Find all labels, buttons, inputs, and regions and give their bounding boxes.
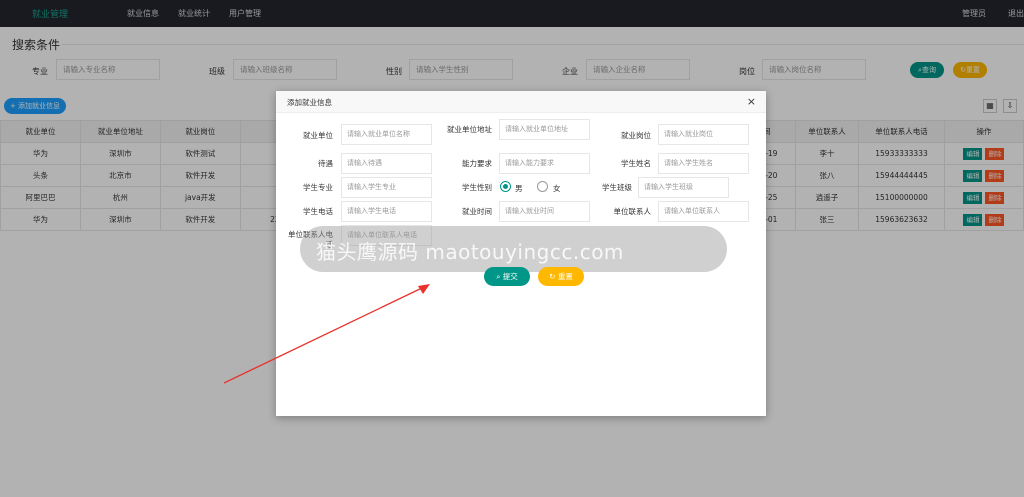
annotation-arrow [223, 284, 430, 384]
